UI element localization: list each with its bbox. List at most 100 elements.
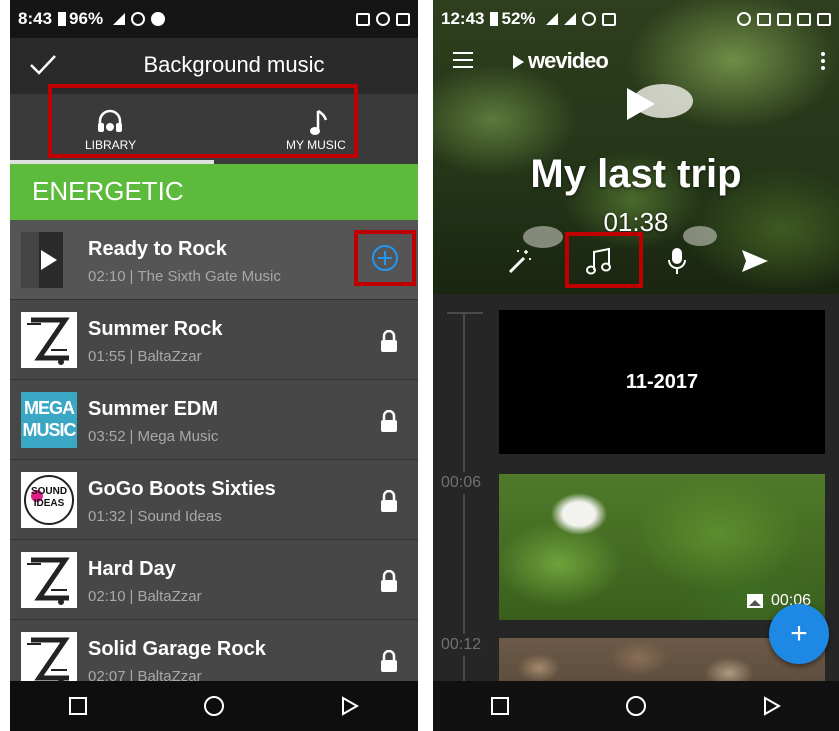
track-row[interactable]: Hard Day 02:10 | BaltaZzar [10,540,418,620]
track-name: GoGo Boots Sixties [88,478,276,500]
status-bar: 12:43 52% [433,0,839,38]
genre-title: ENERGETIC [32,176,184,206]
track-row[interactable]: MEGA MUSIC Summer EDM 03:52 | Mega Music [10,380,418,460]
track-meta: 02:07 | BaltaZzar [88,668,202,681]
lock-icon[interactable] [380,410,398,432]
track-name: Ready to Rock [88,238,227,260]
battery-level: 96% [69,9,104,28]
recents-button[interactable] [68,697,87,715]
facebook-icon [777,12,791,26]
left-phone-screen: 8:43 96% Background music LIBRARY MY MUS… [10,0,418,731]
add-track-button[interactable] [354,230,416,286]
recents-button[interactable] [491,697,510,715]
baltazar-logo [27,637,70,681]
wifi-icon [563,13,576,25]
send-icon [742,250,768,272]
mail-icon [757,12,771,26]
track-meta: 03:52 | Mega Music [88,428,219,445]
plus-icon: + [790,617,808,650]
tabs-highlight-box [48,84,358,158]
facebook-icon [797,12,811,26]
track-list: Ready to Rock 02:10 | The Sixth Gate Music… [10,220,418,681]
project-title: My last trip [530,152,742,196]
app-bar: wevideo [433,38,839,84]
back-button[interactable] [763,696,781,716]
project-header: 12:43 52% wevideo My last trip 01:38 [433,0,839,294]
signal-icon [545,13,558,25]
vibrate-icon [601,12,616,26]
more-options-icon[interactable] [821,52,825,70]
notification-icons [737,12,831,26]
track-name: Summer Rock [88,318,223,340]
track-row[interactable]: Solid Garage Rock 02:07 | BaltaZzar [10,620,418,681]
track-row[interactable]: SOUND IDEAS GoGo Boots Sixties 01:32 | Sou… [10,460,418,540]
track-meta: 02:10 | The Sixth Gate Music [88,268,281,285]
page-title: Background music [143,52,325,77]
status-time: 8:43 [18,9,53,28]
sound-ideas-logo: SOUND IDEAS [30,486,68,509]
lock-icon[interactable] [380,650,398,672]
timeline-start-marker [447,312,483,314]
track-thumbnail: SOUND IDEAS [21,472,77,528]
add-media-button[interactable]: + [769,604,829,664]
title-clip-text: 11-2017 [625,370,699,393]
timestamp-label: 00:12 [441,634,482,656]
track-thumbnail [21,632,77,681]
home-button[interactable] [203,696,224,716]
status-bar: 8:43 96% [10,0,418,38]
image-notification-icon [356,12,370,26]
baltazar-logo [27,317,70,365]
alarm-icon [581,12,596,26]
magic-wand-button[interactable] [501,244,537,278]
timestamp-label: 00:06 [441,472,482,494]
notification-icons [356,12,410,26]
track-row[interactable]: Summer Rock 01:55 | BaltaZzar [10,300,418,380]
battery-indicator: 96% [58,9,103,29]
play-icon[interactable] [627,88,655,120]
battery-icon [58,12,67,26]
image-icon [746,594,763,608]
track-name: Hard Day [88,558,176,580]
play-icon [41,250,57,270]
status-time: 12:43 [441,9,485,28]
app-logo: wevideo [513,48,609,74]
microphone-icon [668,248,686,274]
track-meta: 01:55 | BaltaZzar [88,348,202,365]
baltazar-logo [27,557,70,605]
news-icon [817,12,831,26]
lock-icon[interactable] [380,490,398,512]
system-nav-bar [10,681,418,731]
track-row[interactable]: Ready to Rock 02:10 | The Sixth Gate Music [10,220,418,300]
music-tool-highlight-box [565,232,643,288]
track-thumbnail [21,552,77,608]
magic-wand-icon [508,250,531,274]
battery-indicator: 52% [490,9,536,29]
back-button[interactable] [341,696,360,716]
lock-icon[interactable] [380,570,398,592]
signal-icon [113,13,126,25]
whatsapp-icon [737,12,751,26]
status-icons [113,12,166,26]
title-clip[interactable]: 11-2017 [499,310,825,454]
battery-level: 52% [501,9,536,28]
mail-icon [396,12,410,26]
right-phone-screen: 12:43 52% wevideo My last trip 01:38 00:… [433,0,839,731]
mega-music-logo: MEGA MUSIC [22,398,77,440]
whatsapp-icon [376,12,390,26]
track-name: Solid Garage Rock [88,638,266,660]
home-button[interactable] [625,696,646,716]
track-thumbnail: MEGA MUSIC [21,392,77,448]
timeline-track-line [463,314,465,681]
system-nav-bar [433,681,839,731]
share-button[interactable] [737,244,773,278]
battery-icon [490,12,499,26]
lock-icon[interactable] [380,330,398,352]
add-circle-icon [372,245,398,271]
menu-icon[interactable] [453,52,473,68]
dnd-icon [151,12,166,26]
voiceover-button[interactable] [659,244,695,278]
genre-header: ENERGETIC [10,164,418,220]
image-clip[interactable]: 00:06 [499,474,825,620]
alarm-icon [131,12,146,26]
track-thumbnail [21,232,77,288]
